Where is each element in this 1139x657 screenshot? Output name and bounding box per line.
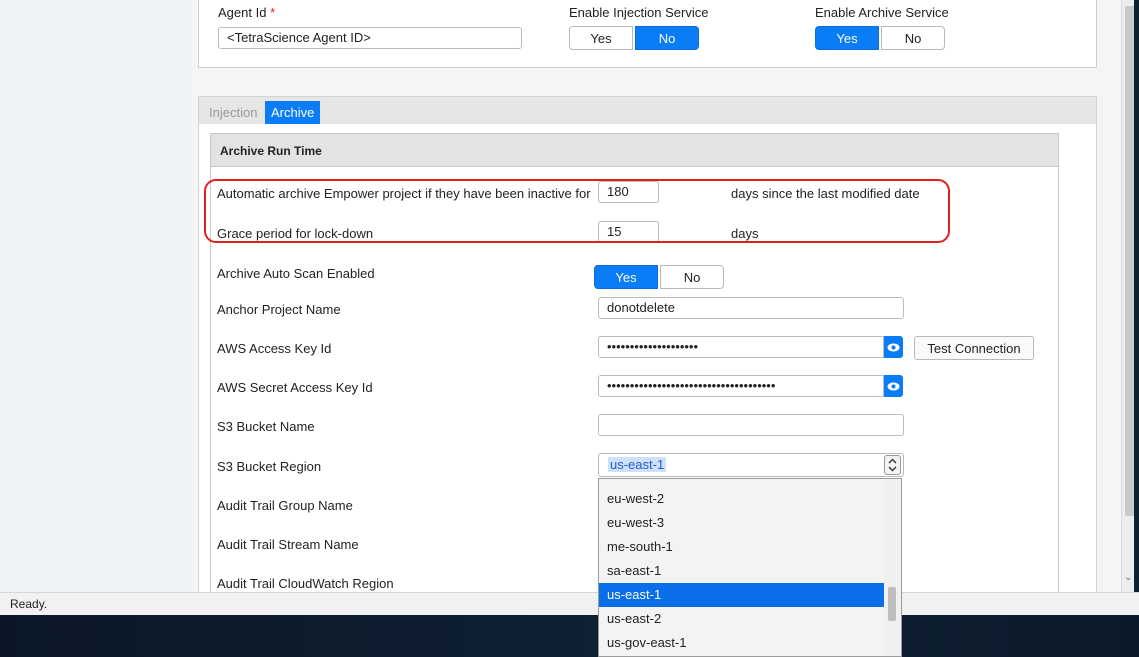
- s3-bucket-name-input[interactable]: [598, 414, 904, 436]
- test-connection-button[interactable]: Test Connection: [914, 336, 1034, 360]
- region-option[interactable]: us-gov-east-1: [599, 631, 884, 655]
- agent-id-label: Agent Id *: [218, 5, 275, 20]
- auto-scan-toggle: Yes No: [594, 265, 724, 289]
- window-edge: [1134, 0, 1139, 592]
- injection-no-button[interactable]: No: [635, 26, 699, 50]
- region-dropdown-list: eu-west-2 eu-west-3 me-south-1 sa-east-1…: [598, 478, 902, 657]
- injection-service-toggle: Yes No: [569, 26, 699, 50]
- archive-service-toggle: Yes No: [815, 26, 945, 50]
- archive-no-button[interactable]: No: [881, 26, 945, 50]
- inactive-unit-label: days since the last modified date: [731, 186, 920, 201]
- region-option[interactable]: eu-west-2: [599, 487, 884, 511]
- auto-scan-no-button[interactable]: No: [660, 265, 724, 289]
- tab-bar: Injection Archive: [198, 96, 1097, 126]
- region-option-selected[interactable]: us-east-1: [599, 583, 884, 607]
- region-option[interactable]: eu-west-3: [599, 511, 884, 535]
- tab-archive[interactable]: Archive: [265, 101, 321, 125]
- tab-injection[interactable]: Injection: [203, 101, 263, 125]
- scroll-down-arrow-icon[interactable]: ⌄: [1124, 572, 1132, 583]
- agent-settings-panel: Agent Id * <TetraScience Agent ID> Enabl…: [198, 0, 1097, 68]
- s3-bucket-name-label: S3 Bucket Name: [217, 419, 315, 434]
- aws-secret-key-input[interactable]: •••••••••••••••••••••••••••••••••••••: [598, 375, 884, 397]
- archive-service-label: Enable Archive Service: [815, 5, 949, 20]
- dropdown-scrollbar[interactable]: [884, 479, 901, 656]
- audit-cloudwatch-region-label: Audit Trail CloudWatch Region: [217, 576, 394, 591]
- region-option[interactable]: us-east-2: [599, 607, 884, 631]
- s3-bucket-region-select[interactable]: us-east-1: [598, 453, 904, 477]
- audit-stream-label: Audit Trail Stream Name: [217, 537, 359, 552]
- grace-period-label: Grace period for lock-down: [217, 226, 374, 241]
- show-access-key-button[interactable]: [884, 336, 903, 358]
- aws-access-key-input[interactable]: ••••••••••••••••••••: [598, 336, 884, 358]
- s3-region-selected-value: us-east-1: [608, 457, 667, 472]
- eye-icon: [887, 343, 900, 351]
- status-text: Ready.: [10, 597, 48, 611]
- show-secret-key-button[interactable]: [884, 375, 903, 397]
- injection-service-label: Enable Injection Service: [569, 5, 709, 20]
- grace-unit-label: days: [731, 226, 759, 241]
- required-mark: *: [270, 5, 276, 20]
- status-bar: Ready.: [0, 592, 1139, 616]
- archive-run-time-header: Archive Run Time: [210, 133, 1059, 167]
- s3-bucket-region-label: S3 Bucket Region: [217, 459, 322, 474]
- inactive-days-input[interactable]: 180: [598, 181, 659, 203]
- grace-days-input[interactable]: 15: [598, 221, 659, 243]
- eye-icon: [887, 382, 900, 390]
- anchor-project-label: Anchor Project Name: [217, 302, 341, 317]
- left-pane: [0, 0, 193, 592]
- inactive-period-label: Automatic archive Empower project if the…: [217, 186, 591, 201]
- region-option[interactable]: sa-east-1: [599, 559, 884, 583]
- anchor-project-input[interactable]: donotdelete: [598, 297, 904, 319]
- auto-scan-yes-button[interactable]: Yes: [594, 265, 658, 289]
- desktop-taskbar: [0, 615, 1139, 657]
- audit-group-label: Audit Trail Group Name: [217, 498, 353, 513]
- injection-yes-button[interactable]: Yes: [569, 26, 633, 50]
- region-option[interactable]: me-south-1: [599, 535, 884, 559]
- agent-id-input[interactable]: <TetraScience Agent ID>: [218, 27, 522, 49]
- select-spinner-icon[interactable]: [884, 455, 901, 475]
- aws-secret-key-label: AWS Secret Access Key Id: [217, 380, 373, 395]
- archive-yes-button[interactable]: Yes: [815, 26, 879, 50]
- aws-access-key-label: AWS Access Key Id: [217, 341, 332, 356]
- dropdown-scrollbar-thumb[interactable]: [888, 587, 896, 621]
- auto-scan-label: Archive Auto Scan Enabled: [217, 266, 375, 281]
- agent-id-label-text: Agent Id: [218, 5, 267, 20]
